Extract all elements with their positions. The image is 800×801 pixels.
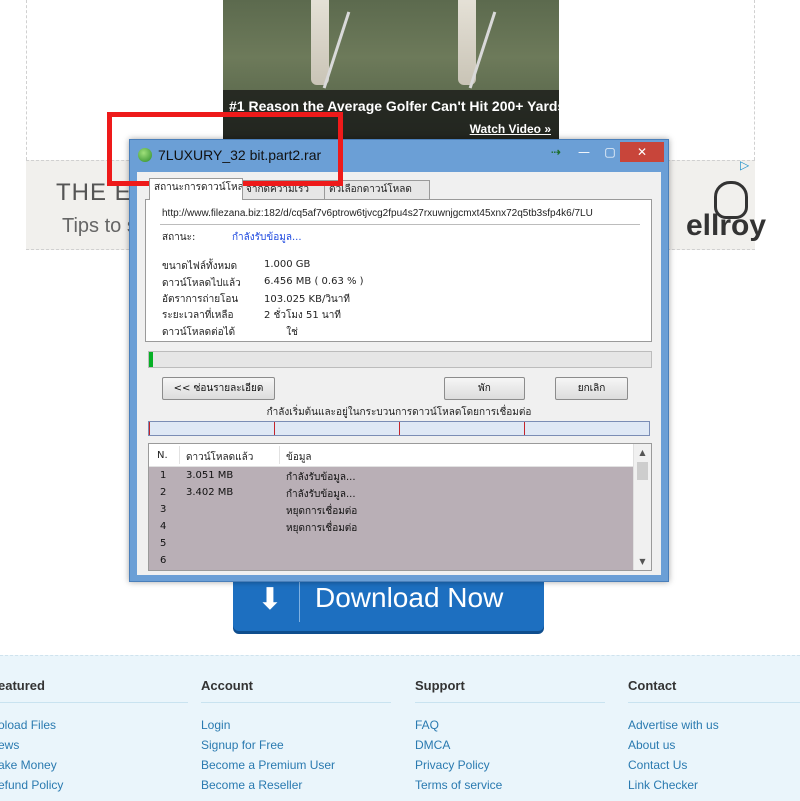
row-info: หยุดการเชื่อมต่อ [286, 523, 358, 534]
time-left-label: ระยะเวลาที่เหลือ [162, 310, 234, 321]
row-downloaded: 3.402 MB [186, 487, 234, 498]
footer-link[interactable]: FAQ [415, 718, 439, 732]
row-info: กำลังรับข้อมูล... [286, 489, 356, 500]
minimize-button[interactable]: — [572, 142, 596, 162]
site-footer: eatured oload Files ews ake Money efund … [0, 655, 800, 801]
footer-heading: Support [415, 678, 465, 693]
download-progress-window: 7LUXURY_32 bit.part2.rar ⇢ — ▢ ✕ สถานะกา… [129, 139, 669, 582]
download-arrow-icon: ⬇ [257, 582, 283, 617]
list-header: N. ดาวน์โหลดแล้ว ข้อมูล [149, 444, 633, 467]
footer-link[interactable]: efund Policy [0, 778, 63, 792]
page-border-left [26, 0, 28, 160]
hide-details-button[interactable]: << ซ่อนรายละเอียด [162, 377, 275, 400]
footer-link[interactable]: Privacy Policy [415, 758, 490, 772]
table-row[interactable]: 1 3.051 MB กำลังรับข้อมูล... [149, 467, 633, 484]
footer-link[interactable]: Signup for Free [201, 738, 284, 752]
table-row[interactable]: 2 3.402 MB กำลังรับข้อมูล... [149, 484, 633, 501]
resume-label: ดาวน์โหลดต่อได้ [162, 327, 236, 338]
footer-link[interactable]: Link Checker [628, 778, 698, 792]
downloaded-label: ดาวน์โหลดไปแล้ว [162, 278, 241, 289]
time-left-value: 2 ชั่วโมง 51 นาที [264, 310, 341, 321]
row-number: 3 [160, 504, 167, 515]
download-progress-bar [148, 351, 652, 368]
footer-link[interactable]: Become a Premium User [201, 758, 335, 772]
footer-link[interactable]: About us [628, 738, 675, 752]
status-panel: http://www.filezana.biz:182/d/cq5af7v6pt… [145, 199, 652, 342]
footer-divider [201, 702, 391, 703]
downloaded-value: 6.456 MB ( 0.63 % ) [264, 276, 364, 287]
table-row[interactable]: 6 [149, 552, 633, 569]
footer-heading: eatured [0, 678, 45, 693]
list-body: 1 3.051 MB กำลังรับข้อมูล... 2 3.402 MB … [149, 467, 633, 570]
row-info: หยุดการเชื่อมต่อ [286, 506, 358, 517]
banner-brand: ellroy [686, 209, 767, 242]
scroll-down-icon[interactable]: ▼ [634, 553, 651, 570]
cancel-button[interactable]: ยกเลิก [555, 377, 628, 400]
row-number: 2 [160, 487, 167, 498]
footer-link[interactable]: Terms of service [415, 778, 502, 792]
footer-link[interactable]: ake Money [0, 758, 57, 772]
banner-subtitle: Tips to s [62, 215, 137, 237]
row-number: 6 [160, 555, 167, 566]
table-row[interactable]: 3 หยุดการเชื่อมต่อ [149, 501, 633, 518]
download-now-label: Download Now [315, 582, 504, 613]
footer-link[interactable]: Contact Us [628, 758, 687, 772]
maximize-button[interactable]: ▢ [598, 142, 622, 162]
watch-video-link[interactable]: Watch Video » [470, 122, 551, 136]
connection-status: กำลังเริ่มต้นและอยู่ในกระบวนการดาวน์โหลด… [266, 407, 532, 418]
golfer-figure [311, 0, 329, 85]
footer-link[interactable]: ews [0, 738, 19, 752]
footer-link[interactable]: DMCA [415, 738, 450, 752]
segment-marker [399, 422, 400, 435]
footer-link[interactable]: Become a Reseller [201, 778, 302, 792]
table-row[interactable]: 4 หยุดการเชื่อมต่อ [149, 518, 633, 535]
column-header-downloaded[interactable]: ดาวน์โหลดแล้ว [186, 450, 253, 465]
row-number: 1 [160, 470, 167, 481]
footer-divider [415, 702, 605, 703]
footer-divider [628, 702, 800, 703]
close-button[interactable]: ✕ [620, 142, 664, 162]
button-divider [299, 580, 300, 622]
column-header-number[interactable]: N. [157, 450, 168, 461]
idm-arrow-icon[interactable]: ⇢ [544, 142, 568, 162]
row-info: กำลังรับข้อมูล... [286, 472, 356, 483]
scroll-up-icon[interactable]: ▲ [634, 444, 651, 461]
column-header-info[interactable]: ข้อมูล [286, 450, 312, 465]
pause-button[interactable]: พัก [444, 377, 525, 400]
window-body: สถานะการดาวน์โหลด จำกัดความเร็ว ตัวเลือก… [137, 172, 661, 575]
footer-heading: Contact [628, 678, 677, 693]
row-downloaded: 3.051 MB [186, 470, 234, 481]
segments-bar [148, 421, 650, 436]
transfer-rate-label: อัตราการถ่ายโอน [162, 294, 239, 305]
highlight-annotation-box [107, 112, 343, 186]
status-value: กำลังรับข้อมูล... [232, 232, 302, 243]
row-number: 4 [160, 521, 167, 532]
footer-link[interactable]: Advertise with us [628, 718, 719, 732]
segment-marker [274, 422, 275, 435]
list-scrollbar[interactable]: ▲ ▼ [633, 444, 651, 570]
status-label: สถานะ: [162, 232, 196, 243]
url-divider [160, 224, 640, 225]
column-separator [179, 446, 180, 464]
footer-heading: Account [201, 678, 253, 693]
scroll-thumb[interactable] [637, 462, 648, 480]
footer-link[interactable]: Login [201, 718, 230, 732]
segment-marker [524, 422, 525, 435]
row-number: 5 [160, 538, 167, 549]
file-size-value: 1.000 GB [264, 259, 311, 270]
segment-marker [149, 422, 150, 435]
connections-list[interactable]: N. ดาวน์โหลดแล้ว ข้อมูล 1 3.051 MB กำลัง… [148, 443, 652, 571]
footer-link[interactable]: oload Files [0, 718, 56, 732]
table-row[interactable]: 5 [149, 535, 633, 552]
page-border-right [754, 0, 756, 160]
transfer-rate-value: 103.025 KB/วินาที [264, 294, 350, 305]
progress-fill [149, 352, 154, 367]
file-size-label: ขนาดไฟล์ทั้งหมด [162, 261, 238, 272]
column-separator [279, 446, 280, 464]
adchoices-icon[interactable]: ▷ [740, 158, 749, 172]
resume-value: ใช่ [264, 327, 298, 338]
tab-download-status[interactable]: สถานะการดาวน์โหลด [149, 178, 243, 200]
download-url: http://www.filezana.biz:182/d/cq5af7v6pt… [162, 208, 593, 219]
footer-divider [0, 702, 188, 703]
